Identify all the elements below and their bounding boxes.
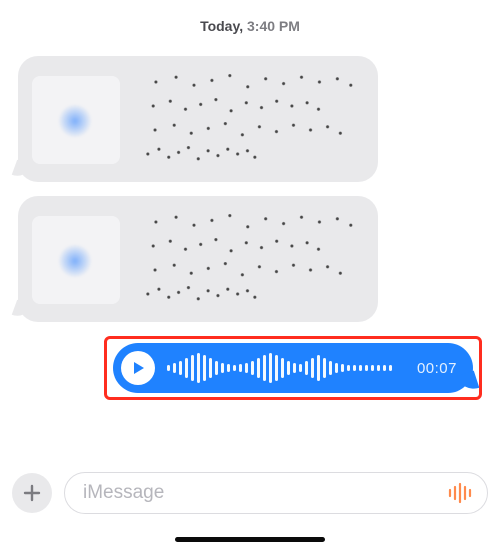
waveform-bar — [287, 361, 290, 375]
waveform-bar — [293, 363, 296, 373]
waveform-bar — [203, 355, 206, 381]
messages-conversation: Today, 3:40 PM — [0, 0, 500, 550]
redacted-text — [138, 214, 362, 304]
home-indicator[interactable] — [175, 537, 325, 542]
timestamp-day: Today, — [200, 18, 243, 34]
outgoing-audio-row: 00:07 — [16, 336, 482, 400]
incoming-message-link-preview[interactable] — [18, 56, 378, 182]
outgoing-audio-message[interactable]: 00:07 — [113, 343, 473, 393]
waveform-bar — [251, 361, 254, 375]
waveform-bar — [359, 365, 362, 371]
waveform-bar — [215, 361, 218, 375]
add-button[interactable] — [12, 473, 52, 513]
play-icon — [130, 360, 146, 376]
waveform-bar — [323, 358, 326, 378]
waveform-bar — [377, 365, 380, 371]
waveform-bar — [299, 364, 302, 372]
waveform-bar — [227, 364, 230, 372]
conversation-timestamp: Today, 3:40 PM — [0, 0, 500, 34]
waveform-bar — [371, 365, 374, 371]
waveform-bar — [383, 365, 386, 371]
waveform-bar — [347, 365, 350, 371]
play-button[interactable] — [121, 351, 155, 385]
waveform-bar — [389, 365, 392, 371]
audio-duration: 00:07 — [417, 360, 457, 377]
waveform-bar — [245, 363, 248, 373]
waveform-bar — [197, 353, 200, 383]
annotation-highlight: 00:07 — [104, 336, 482, 400]
waveform-bar — [233, 365, 236, 371]
waveform-bar — [305, 361, 308, 375]
waveform-bar — [275, 355, 278, 381]
waveform-bar — [335, 363, 338, 373]
message-list: 00:07 — [0, 34, 500, 400]
waveform-bar — [173, 363, 176, 373]
audio-record-icon[interactable] — [447, 482, 475, 504]
waveform-bar — [365, 365, 368, 371]
plus-icon — [22, 483, 42, 503]
redacted-text — [138, 74, 362, 164]
waveform-bar — [191, 355, 194, 381]
waveform-bar — [269, 353, 272, 383]
waveform-bar — [311, 358, 314, 378]
waveform-bar — [185, 358, 188, 378]
waveform-bar — [341, 364, 344, 372]
audio-waveform[interactable] — [167, 351, 405, 385]
link-thumbnail — [32, 216, 120, 304]
waveform-bar — [239, 364, 242, 372]
waveform-bar — [317, 355, 320, 381]
link-thumbnail — [32, 76, 120, 164]
waveform-bar — [209, 358, 212, 378]
message-input[interactable]: iMessage — [64, 472, 488, 514]
waveform-bar — [329, 361, 332, 375]
waveform-bar — [263, 355, 266, 381]
incoming-message-link-preview[interactable] — [18, 196, 378, 322]
timestamp-time: 3:40 PM — [247, 18, 300, 34]
message-input-placeholder: iMessage — [83, 482, 447, 504]
compose-bar: iMessage — [12, 472, 488, 514]
waveform-bar — [221, 363, 224, 373]
waveform-bar — [353, 365, 356, 371]
waveform-bar — [179, 361, 182, 375]
waveform-bar — [281, 358, 284, 378]
waveform-bar — [257, 358, 260, 378]
waveform-bar — [167, 365, 170, 371]
